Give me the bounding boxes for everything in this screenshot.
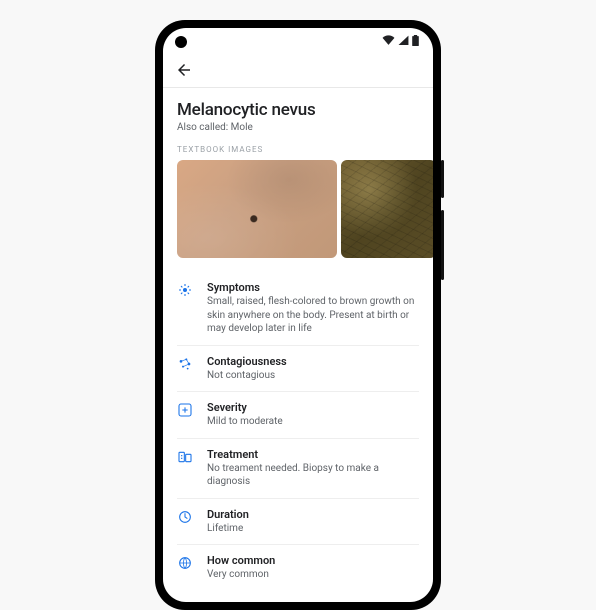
item-desc: Lifetime [207, 522, 419, 536]
severity-icon [177, 401, 195, 429]
item-title: Treatment [207, 448, 419, 461]
list-item-contagiousness: Contagiousness Not contagious [177, 346, 419, 393]
treatment-icon [177, 448, 195, 489]
list-item-treatment: Treatment No treament needed. Biopsy to … [177, 439, 419, 499]
list-item-severity: Severity Mild to moderate [177, 392, 419, 439]
contagious-icon [177, 355, 195, 383]
app-bar [163, 52, 433, 88]
item-desc: No treament needed. Biopsy to make a dia… [207, 462, 419, 489]
content-area[interactable]: Melanocytic nevus Also called: Mole TEXT… [163, 88, 433, 602]
item-desc: Mild to moderate [207, 415, 419, 429]
power-button [441, 160, 444, 198]
item-title: Symptoms [207, 281, 419, 294]
volume-button [441, 210, 444, 280]
camera-hole [175, 36, 187, 48]
item-desc: Not contagious [207, 369, 419, 383]
textbook-image-2[interactable] [341, 160, 433, 258]
wifi-icon [382, 35, 395, 45]
list-item-how-common: How common Very common [177, 545, 419, 591]
battery-icon [412, 35, 419, 46]
arrow-left-icon [175, 61, 193, 79]
item-title: Duration [207, 508, 419, 521]
list-item-symptoms: Symptoms Small, raised, flesh-colored to… [177, 272, 419, 346]
textbook-image-1[interactable] [177, 160, 337, 258]
duration-icon [177, 508, 195, 536]
item-title: Contagiousness [207, 355, 419, 368]
item-desc: Very common [207, 568, 419, 582]
symptoms-icon [177, 281, 195, 336]
item-desc: Small, raised, flesh-colored to brown gr… [207, 295, 419, 336]
signal-icon [398, 35, 409, 45]
textbook-images-row[interactable] [177, 160, 419, 258]
globe-icon [177, 554, 195, 582]
item-title: How common [207, 554, 419, 567]
back-button[interactable] [175, 61, 193, 79]
info-list: Symptoms Small, raised, flesh-colored to… [177, 272, 419, 591]
page-title: Melanocytic nevus [177, 100, 419, 120]
images-section-label: TEXTBOOK IMAGES [177, 145, 419, 154]
list-item-duration: Duration Lifetime [177, 499, 419, 546]
item-title: Severity [207, 401, 419, 414]
phone-frame: Melanocytic nevus Also called: Mole TEXT… [155, 20, 441, 610]
status-bar [163, 28, 433, 52]
screen: Melanocytic nevus Also called: Mole TEXT… [163, 28, 433, 602]
page-subtitle: Also called: Mole [177, 122, 419, 133]
